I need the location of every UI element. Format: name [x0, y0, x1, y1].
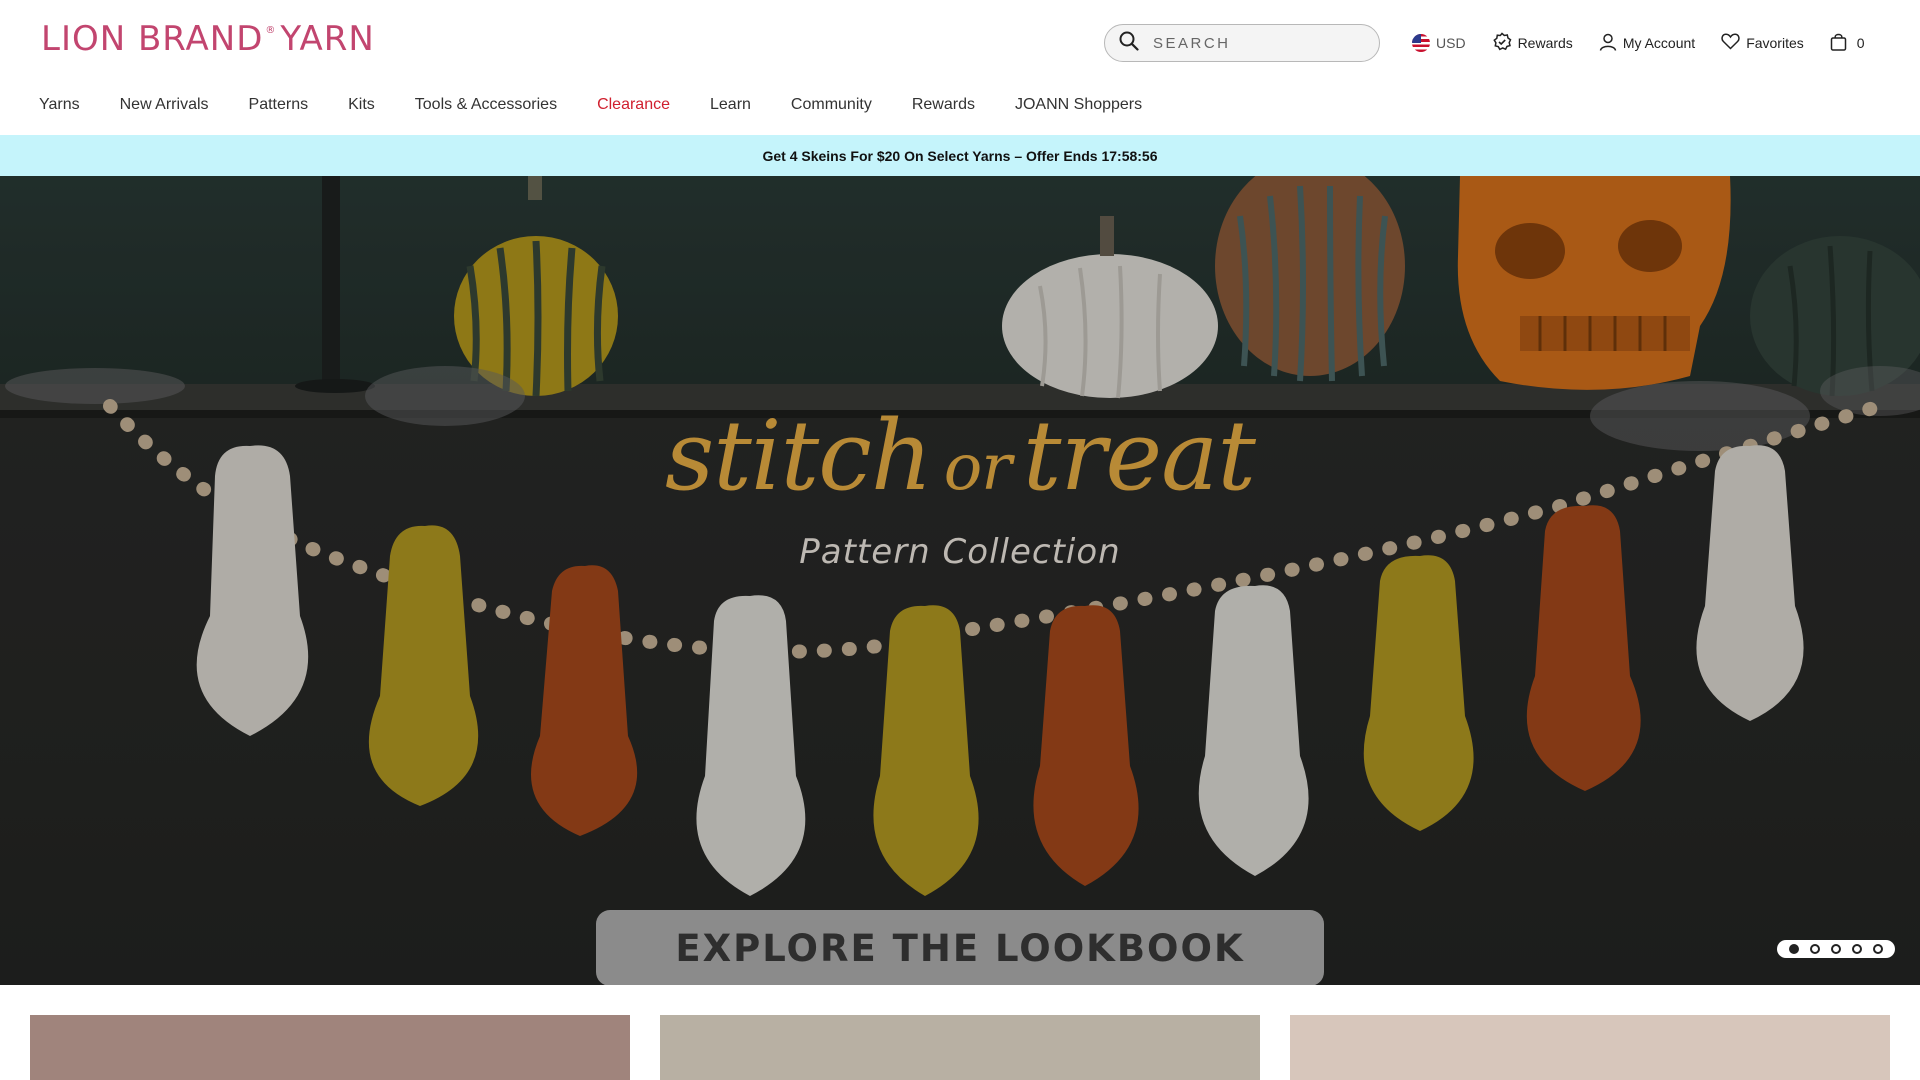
feature-card-1[interactable] [30, 1015, 630, 1080]
promo-text: Get 4 Skeins For $20 On Select Yarns – O… [762, 147, 1158, 164]
shopping-bag-icon [1830, 33, 1847, 54]
search-box[interactable] [1104, 24, 1380, 62]
nav-item-new-arrivals[interactable]: New Arrivals [120, 96, 209, 114]
account-label: My Account [1622, 35, 1696, 51]
hero-title-part1: stitch [665, 400, 933, 512]
carousel-dot-2[interactable] [1809, 944, 1820, 954]
logo-text: LION BRAND [41, 19, 264, 59]
currency-label: USD [1436, 35, 1466, 51]
hero-title-or: or [943, 431, 1012, 505]
nav-item-joann-shoppers[interactable]: JOANN Shoppers [1015, 96, 1142, 114]
nav-item-learn[interactable]: Learn [710, 96, 751, 114]
favorites-link[interactable]: Favorites [1721, 33, 1804, 53]
carousel-dot-4[interactable] [1852, 944, 1863, 954]
account-link[interactable]: My Account [1599, 33, 1695, 54]
rewards-label: Rewards [1517, 35, 1573, 51]
us-flag-icon [1412, 34, 1430, 52]
cart-link[interactable]: 0 [1830, 33, 1865, 54]
rewards-link[interactable]: Rewards [1492, 31, 1573, 55]
rewards-badge-icon [1492, 31, 1512, 55]
search-icon[interactable] [1119, 31, 1139, 56]
nav-item-rewards[interactable]: Rewards [912, 96, 975, 114]
heart-icon [1721, 33, 1740, 53]
currency-selector[interactable]: USD [1412, 34, 1466, 52]
logo-registered-mark: ® [265, 25, 277, 36]
carousel-pagination [1777, 940, 1895, 958]
site-header: LION BRAND®YARN USD Rewards My Account [0, 0, 1920, 135]
main-nav: Yarns New Arrivals Patterns Kits Tools &… [39, 96, 1182, 114]
hero-subtitle: Pattern Collection [799, 532, 1121, 572]
favorites-label: Favorites [1746, 35, 1804, 51]
explore-lookbook-button[interactable]: EXPLORE THE LOOKBOOK [596, 910, 1324, 985]
logo-suffix: YARN [280, 19, 375, 59]
utility-nav: USD Rewards My Account Favorites 0 [1412, 31, 1865, 55]
nav-item-kits[interactable]: Kits [348, 96, 375, 114]
user-icon [1599, 33, 1617, 54]
nav-item-yarns[interactable]: Yarns [39, 96, 80, 114]
nav-item-community[interactable]: Community [791, 96, 872, 114]
feature-card-3[interactable] [1290, 1015, 1890, 1080]
carousel-dot-3[interactable] [1830, 944, 1841, 954]
promo-banner[interactable]: Get 4 Skeins For $20 On Select Yarns – O… [0, 135, 1920, 176]
hero-title: stitch or treat [0, 408, 1920, 504]
hero-image [0, 176, 1920, 985]
nav-item-tools-accessories[interactable]: Tools & Accessories [415, 96, 557, 114]
cart-count: 0 [1856, 35, 1865, 51]
nav-item-patterns[interactable]: Patterns [249, 96, 309, 114]
hero-title-part2: treat [1022, 400, 1256, 512]
brand-logo[interactable]: LION BRAND ® YARN [41, 19, 375, 59]
feature-card-2[interactable] [660, 1015, 1260, 1080]
hero-carousel[interactable]: stitch or treat Pattern Collection EXPLORE… [0, 176, 1920, 985]
carousel-dot-5[interactable] [1873, 944, 1884, 954]
nav-item-clearance[interactable]: Clearance [597, 96, 670, 114]
carousel-dot-1[interactable] [1788, 944, 1799, 954]
search-input[interactable] [1153, 34, 1353, 52]
